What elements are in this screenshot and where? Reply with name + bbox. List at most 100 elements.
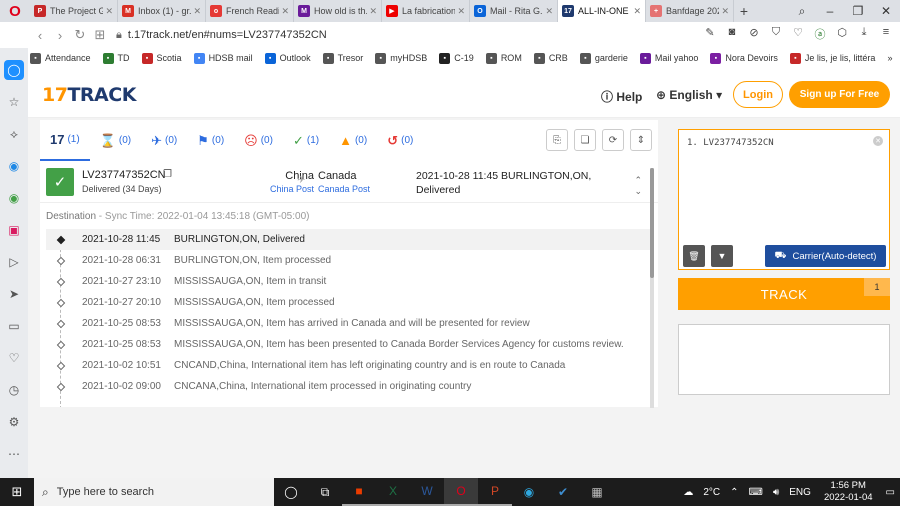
tab-in-transit[interactable]: ✈ (0)	[141, 120, 187, 161]
browser-tab[interactable]: + Banfdage 202...✕	[646, 0, 734, 22]
bookmark-item[interactable]: ▪ Scotia	[141, 52, 182, 64]
bookmark-item[interactable]: ▪ Nora Devoirs	[710, 52, 778, 64]
bookmark-item[interactable]: ▪ Mail yahoo	[639, 52, 698, 64]
extension-icon[interactable]: ⓐ	[812, 26, 828, 42]
tab-alert[interactable]: ▲ (0)	[329, 120, 377, 161]
more-icon[interactable]: ⋯	[4, 444, 24, 464]
excel-icon[interactable]: X	[376, 478, 410, 506]
calculator-icon[interactable]: ▦	[580, 478, 614, 506]
notification-icon[interactable]: ▭	[886, 487, 895, 498]
send-icon[interactable]: ➤	[4, 284, 24, 304]
refresh-button[interactable]: ⟳	[602, 129, 624, 151]
17track-logo[interactable]: 17TRACK	[42, 84, 136, 106]
tray-chevron-icon[interactable]: ⌃	[730, 487, 738, 498]
star-icon[interactable]: ☆	[4, 92, 24, 112]
new-tab-button[interactable]: +	[734, 3, 754, 19]
clear-input-icon[interactable]: ✕	[873, 136, 883, 146]
forward-icon[interactable]: ›	[50, 28, 70, 43]
browser-tab[interactable]: M Inbox (1) - gr... ✕	[118, 0, 206, 22]
close-tab-icon[interactable]: ✕	[281, 6, 289, 17]
scrollbar-thumb[interactable]	[650, 168, 654, 278]
close-tab-icon[interactable]: ✕	[193, 6, 201, 17]
result-scrollbar[interactable]	[650, 168, 654, 408]
more-bookmarks-icon[interactable]: »	[887, 53, 892, 63]
weather-icon[interactable]: ☁	[683, 487, 693, 498]
tab-delivered[interactable]: ✓ (1)	[283, 120, 329, 161]
network-icon[interactable]: ⌨	[749, 487, 763, 498]
speed-dial-icon[interactable]: ⊞	[90, 27, 110, 43]
bookmark-item[interactable]: ▪ C-19	[439, 52, 474, 64]
language-select[interactable]: ⊕ English ▾	[656, 88, 722, 102]
history-icon[interactable]: ◷	[4, 380, 24, 400]
delete-button[interactable]: 🗑︎	[683, 245, 705, 267]
adblock-icon[interactable]: ⊘	[746, 26, 762, 42]
messenger-icon[interactable]: ◉	[4, 156, 24, 176]
copy-icon[interactable]: ❐	[163, 169, 172, 180]
cube-icon[interactable]: ⬡	[834, 26, 850, 42]
home-icon[interactable]: ◯	[4, 60, 24, 80]
tab-not-found[interactable]: ⌛ (0)	[90, 120, 141, 161]
opera-logo-icon[interactable]: O	[0, 0, 30, 22]
browser-tab[interactable]: 17 ALL-IN-ONE P...✕	[558, 0, 646, 22]
camera-icon[interactable]: ◙	[724, 26, 740, 42]
copy-results-button[interactable]: ❏	[574, 129, 596, 151]
bookmark-item[interactable]: ▪ Je lis, je lis, littéra	[789, 52, 875, 64]
tracking-input[interactable]: 1. LV237747352CN ✕ 🗑︎ ▼ ⛟ Carrier(Auto-de…	[678, 129, 890, 270]
close-tab-icon[interactable]: ✕	[721, 6, 729, 17]
tab-undelivered[interactable]: ☹ (0)	[234, 120, 283, 161]
copy-all-button[interactable]: ⎘	[546, 129, 568, 151]
close-tab-icon[interactable]: ✕	[545, 6, 553, 17]
heart-icon[interactable]: ♡	[790, 26, 806, 42]
filter-button[interactable]: ▼	[711, 245, 733, 267]
word-icon[interactable]: W	[410, 478, 444, 506]
bookmark-item[interactable]: ▪ Tresor	[322, 52, 363, 64]
url-field[interactable]: 🔒︎ t.17track.net/en#nums=LV237747352CN	[116, 29, 327, 42]
bookmark-item[interactable]: ▪ myHDSB	[375, 52, 427, 64]
result-header[interactable]: ✓ LV237747352CN ❐ Delivered (34 Days) Ch…	[40, 161, 658, 203]
close-window-button[interactable]: ✕	[872, 4, 900, 18]
search-tabs-icon[interactable]: ⌕	[788, 4, 816, 19]
track-button[interactable]: TRACK	[678, 278, 890, 310]
vpn-icon[interactable]: ⛉	[768, 26, 784, 42]
bookmark-item[interactable]: ▪ garderie	[579, 52, 628, 64]
browser-tab[interactable]: O Mail - Rita G... ✕	[470, 0, 558, 22]
bookmark-item[interactable]: ▪ CRB	[533, 52, 568, 64]
maximize-button[interactable]: ❐	[844, 4, 872, 18]
cortana-icon[interactable]: ◯	[274, 478, 308, 506]
signup-button[interactable]: Sign up For Free	[789, 81, 890, 108]
whatsapp-icon[interactable]: ◉	[4, 188, 24, 208]
windows-start-icon[interactable]: ⊞	[0, 484, 34, 500]
download-icon[interactable]: ⤓	[856, 26, 872, 42]
input-language[interactable]: ENG	[789, 487, 811, 498]
instagram-icon[interactable]: ▣	[4, 220, 24, 240]
collapse-button[interactable]: ⇕	[630, 129, 652, 151]
office-icon[interactable]: ■	[342, 478, 376, 506]
browser-tab[interactable]: ▶ La fabrication ✕	[382, 0, 470, 22]
edge-icon[interactable]: ◉	[512, 478, 546, 506]
browser-tab[interactable]: o French Readi...✕	[206, 0, 294, 22]
task-view-icon[interactable]: ⧉	[308, 478, 342, 506]
wallet-icon[interactable]: ▭	[4, 316, 24, 336]
tab-pick-up[interactable]: ⚑ (0)	[187, 120, 234, 161]
bookmark-item[interactable]: ▪ Outlook	[264, 52, 311, 64]
settings-icon[interactable]: ⚙	[4, 412, 24, 432]
edit-icon[interactable]: ✎	[702, 26, 718, 42]
tab-all[interactable]: 17 (1)	[40, 120, 90, 161]
close-tab-icon[interactable]: ✕	[369, 6, 377, 17]
workspace-icon[interactable]: ⟡	[4, 124, 24, 144]
back-icon[interactable]: ‹	[30, 28, 50, 43]
carrier-detect-button[interactable]: ⛟ Carrier(Auto-detect)	[765, 245, 886, 267]
close-tab-icon[interactable]: ✕	[457, 6, 465, 17]
minimize-button[interactable]: –	[816, 4, 844, 18]
destination-carrier-link[interactable]: Canada Post	[318, 184, 370, 194]
bookmark-item[interactable]: ▪ HDSB mail	[193, 52, 253, 64]
expand-chevron-icon[interactable]: ⌃ ⌄	[634, 175, 642, 197]
player-icon[interactable]: ▷	[4, 252, 24, 272]
reload-icon[interactable]: ↻	[70, 27, 90, 43]
login-button[interactable]: Login	[733, 81, 783, 108]
clock[interactable]: 1:56 PM 2022-01-04	[824, 480, 873, 504]
volume-icon[interactable]: 🔊︎	[773, 487, 779, 498]
help-link[interactable]: ⓘ Help	[601, 88, 642, 105]
close-tab-icon[interactable]: ✕	[633, 6, 641, 17]
opera-taskbar-icon[interactable]: O	[444, 478, 478, 506]
